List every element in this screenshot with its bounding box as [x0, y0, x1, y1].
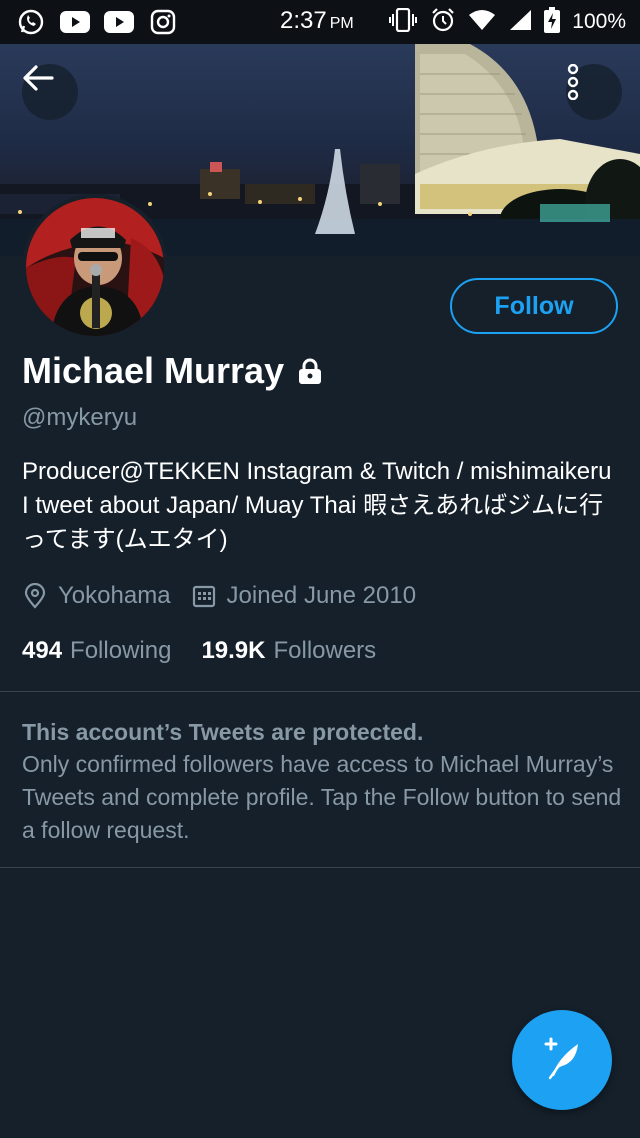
avatar[interactable] [22, 194, 168, 340]
protected-title: This account’s Tweets are protected. [22, 719, 424, 745]
location-item: Yokohama [22, 582, 171, 610]
divider [0, 867, 640, 868]
follow-button[interactable]: Follow [450, 278, 618, 334]
cell-signal-icon [508, 9, 532, 36]
following-count: 494 [22, 637, 63, 664]
avatar-image [26, 198, 164, 336]
following-link[interactable]: 494 Following [22, 637, 171, 665]
following-label: Following [70, 637, 172, 664]
wifi-icon [468, 9, 496, 36]
divider [0, 691, 640, 692]
calendar-icon [191, 583, 217, 609]
more-options-button[interactable] [566, 64, 622, 120]
profile-handle: @mykeryu [22, 404, 138, 431]
alarm-icon [430, 7, 456, 38]
battery-charging-icon [544, 6, 561, 38]
profile-name-row: Michael Murray [22, 350, 324, 392]
profile-screen: 2:37 PM 100% Follow Michael Murray @myke… [0, 0, 640, 1138]
instagram-icon [148, 7, 178, 37]
back-button[interactable] [22, 64, 78, 120]
lock-icon [296, 357, 324, 385]
location-pin-icon [22, 583, 48, 609]
protected-body: Only confirmed followers have access to … [22, 751, 622, 843]
profile-bio: Producer@TEKKEN Instagram & Twitch / mis… [22, 458, 612, 553]
location-text: Yokohama [58, 582, 171, 609]
compose-tweet-button[interactable] [512, 1010, 612, 1110]
status-bar: 2:37 PM 100% [0, 0, 640, 44]
followers-label: Followers [273, 637, 377, 664]
youtube-icon [60, 7, 90, 37]
battery-percent: 100% [572, 10, 626, 33]
protected-notice: This account’s Tweets are protected. Onl… [22, 716, 622, 847]
follow-counts: 494 Following 19.9K Followers [22, 637, 376, 665]
whatsapp-icon [16, 7, 46, 37]
profile-name: Michael Murray [22, 350, 285, 391]
status-time: 2:37 PM [280, 7, 354, 34]
vibrate-icon [388, 7, 418, 37]
followers-link[interactable]: 19.9K Followers [201, 637, 376, 665]
youtube-icon [104, 7, 134, 37]
compose-feather-icon [538, 1034, 586, 1087]
followers-count: 19.9K [201, 637, 266, 664]
profile-meta: Yokohama Joined June 2010 [22, 582, 416, 610]
joined-item: Joined June 2010 [191, 582, 417, 610]
joined-text: Joined June 2010 [226, 582, 417, 609]
